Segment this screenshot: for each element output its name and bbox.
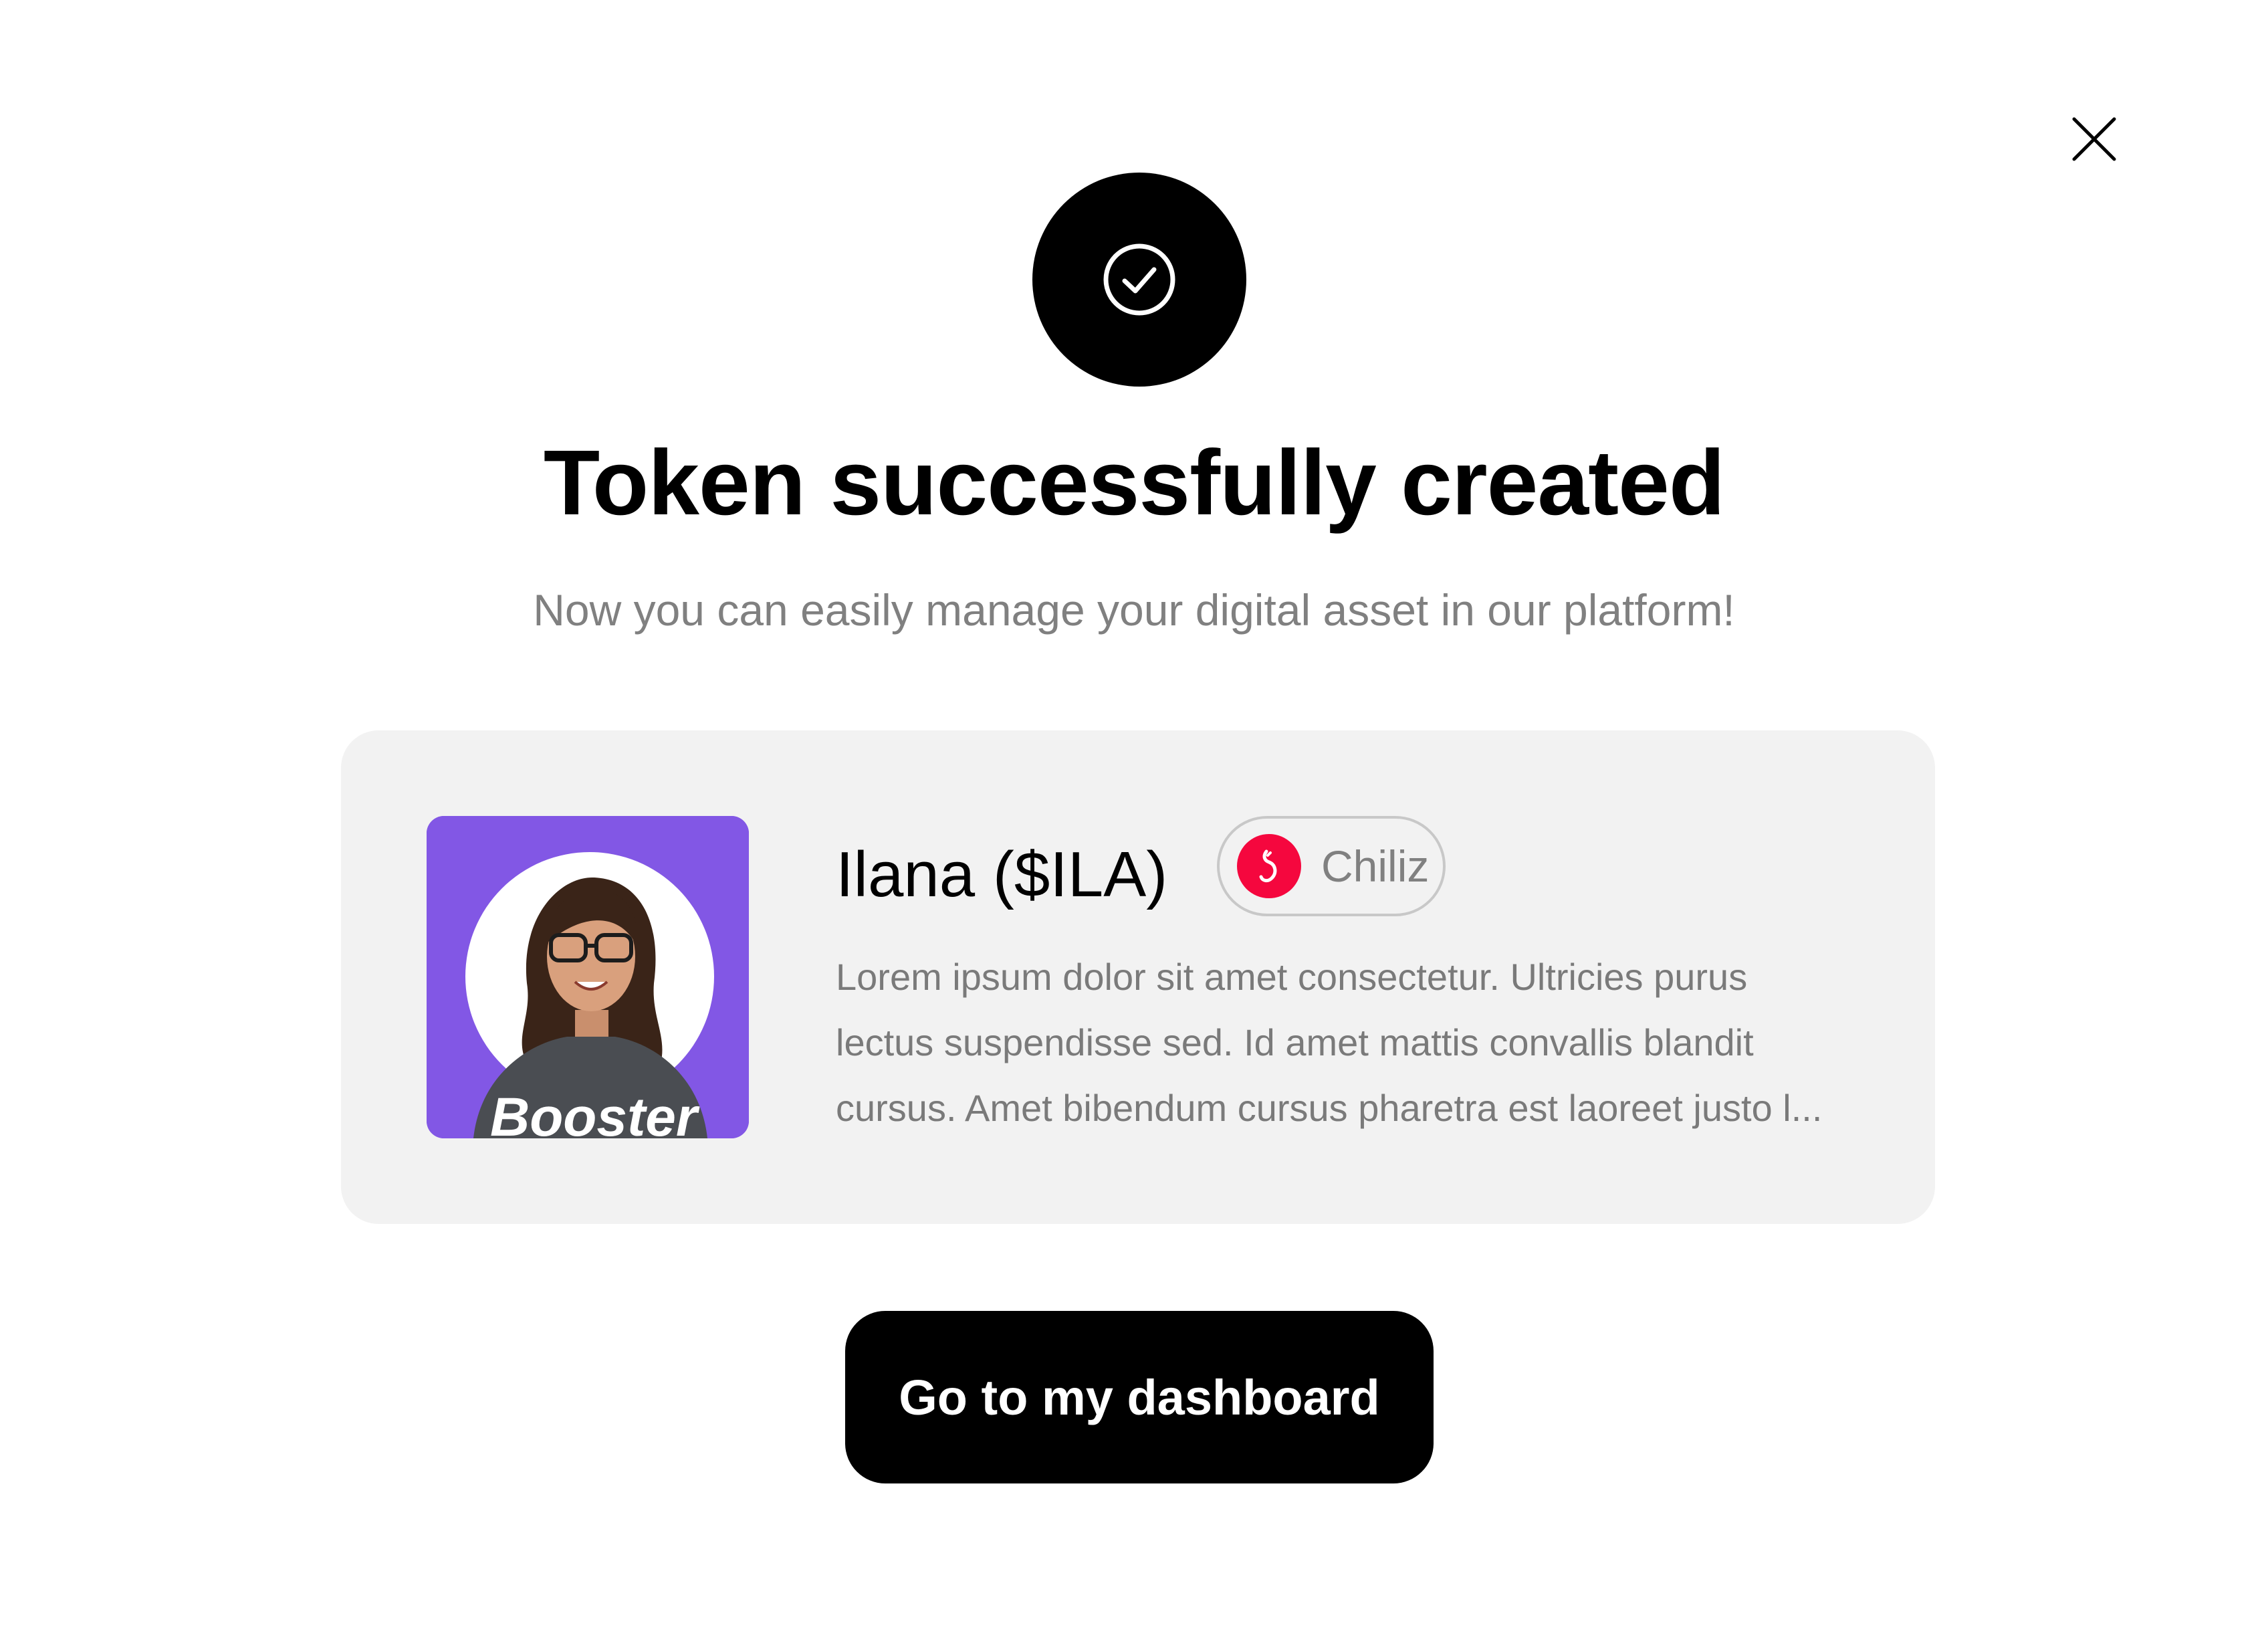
go-to-dashboard-button[interactable]: Go to my dashboard	[845, 1311, 1434, 1483]
avatar: Booster	[427, 816, 749, 1138]
description-line: cursus. Amet bibendum cursus pharetra es…	[836, 1087, 1823, 1129]
token-name: Ilana ($ILA)	[836, 839, 1168, 910]
description-line: lectus suspendisse sed. Id amet mattis c…	[836, 1021, 1754, 1063]
token-card: Booster Ilana ($ILA) Chiliz Lorem ipsum …	[341, 730, 1935, 1224]
success-badge	[1032, 173, 1246, 387]
user-avatar: Booster	[427, 816, 749, 1138]
close-icon	[2072, 117, 2116, 161]
close-button[interactable]	[2070, 115, 2118, 163]
token-created-dialog: Token successfully created Now you can e…	[0, 0, 2268, 1648]
description-line: Lorem ipsum dolor sit amet consectetur. …	[836, 956, 1748, 998]
svg-text:Booster: Booster	[490, 1087, 700, 1138]
check-circle-icon	[1103, 243, 1175, 316]
chain-label: Chiliz	[1321, 841, 1430, 891]
chiliz-logo-icon	[1237, 834, 1301, 898]
chain-chip: Chiliz	[1217, 816, 1446, 916]
dialog-title: Token successfully created	[543, 431, 1725, 534]
token-description: Lorem ipsum dolor sit amet consectetur. …	[836, 944, 1865, 1141]
dialog-subtitle: Now you can easily manage your digital a…	[533, 585, 1735, 635]
